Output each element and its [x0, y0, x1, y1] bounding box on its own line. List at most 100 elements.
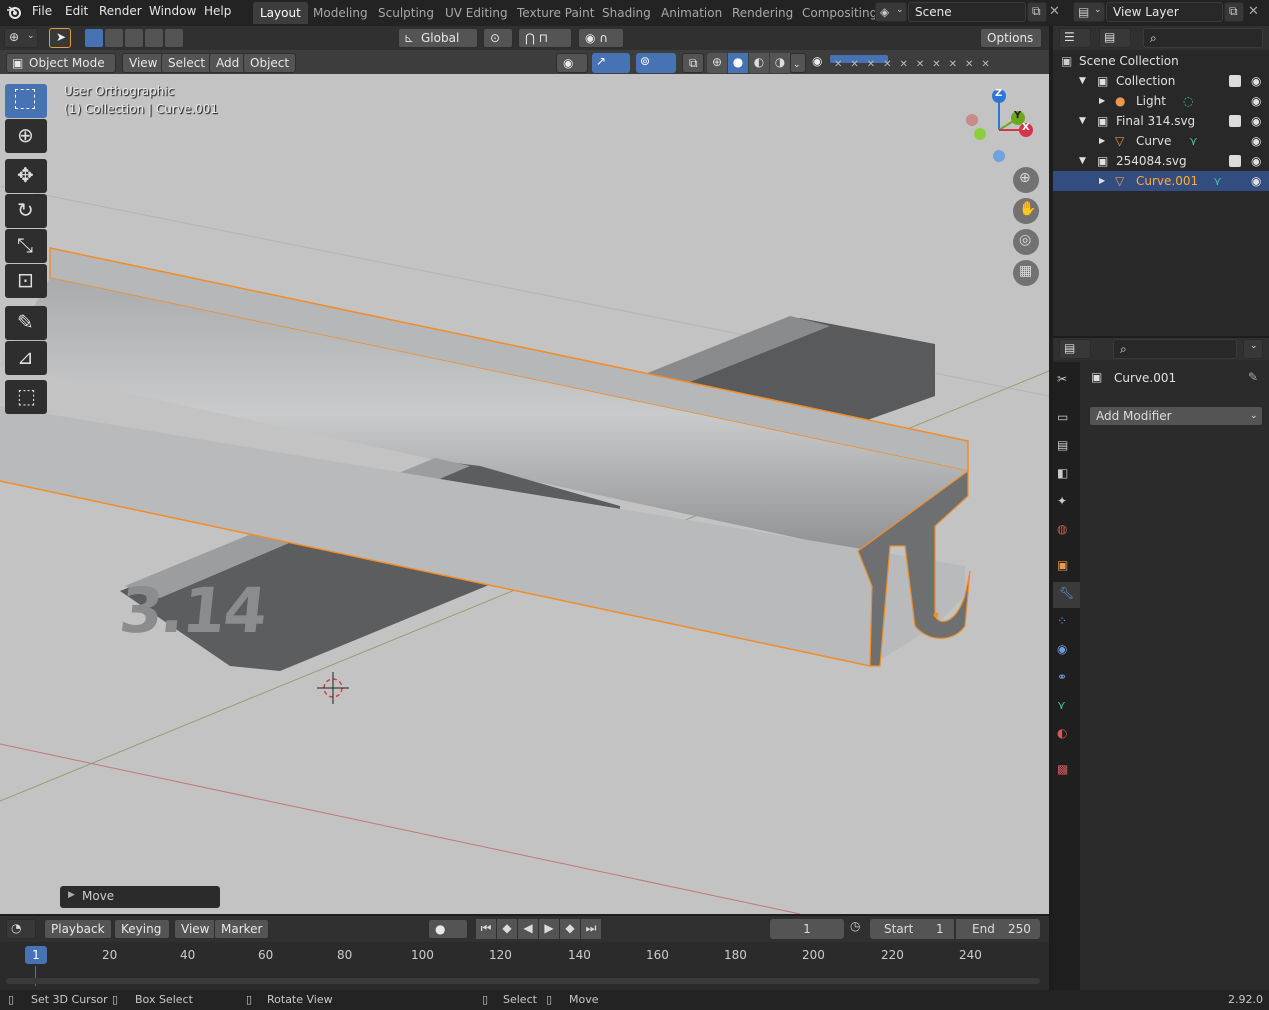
tab-modeling[interactable]: Modeling [306, 2, 375, 24]
select-tool-button[interactable]: ➤ [49, 28, 71, 48]
tool-cursor[interactable]: ⊕ [5, 119, 47, 153]
collection-visibility-strip[interactable]: ◉ ✕✕✕✕✕✕✕✕✕✕ [812, 53, 1036, 73]
3d-viewport[interactable]: 3.14 π ⊕ ⌄ ➤ ⊾ Global ⊙ ⋂ ⊓ ◉ ∩ Options … [0, 26, 1049, 914]
tool-rotate[interactable]: ↻ [5, 194, 47, 228]
auto-keying-toggle[interactable]: ● [428, 919, 468, 939]
stopwatch-icon[interactable]: ◷ [850, 919, 860, 933]
outliner-scene-collection[interactable]: ▣ Scene Collection [1053, 51, 1269, 71]
eye-icon[interactable]: ◉ [1251, 71, 1261, 91]
material-shading-icon[interactable]: ◐ [749, 53, 769, 73]
timeline-scrollbar[interactable] [6, 978, 1040, 984]
play-icon[interactable]: ▶ [539, 919, 559, 939]
tool-annotate[interactable]: ✎ [5, 306, 47, 340]
menu-marker[interactable]: Marker [214, 919, 270, 939]
checkbox-icon[interactable] [1229, 75, 1241, 87]
properties-editor[interactable]: ▤ ⌕ ⌄ ▣ Curve.001 ✎ Add Modifier ⌄ [1053, 338, 1269, 990]
select-extend-icon[interactable] [105, 29, 123, 47]
world-tab-icon[interactable]: ◍ [1057, 522, 1067, 536]
constraints-tab-icon[interactable]: ⚭ [1057, 670, 1067, 684]
xray-toggle[interactable]: ⧉ [682, 53, 704, 73]
last-operation-panel[interactable]: ▶ Move [60, 886, 220, 908]
tool-tab-icon[interactable]: ✂ [1057, 372, 1067, 386]
proportional-edit-dropdown[interactable]: ◉ ∩ [578, 28, 624, 48]
tab-sculpting[interactable]: Sculpting [371, 2, 441, 24]
jump-end-icon[interactable]: ⏭ [581, 919, 601, 939]
tool-select-box[interactable] [5, 84, 47, 118]
select-new-icon[interactable] [85, 29, 103, 47]
checkbox-icon[interactable] [1229, 155, 1241, 167]
end-frame-field[interactable]: End 250 [956, 919, 1040, 939]
mode-dropdown[interactable]: ▣ Object Mode [6, 53, 116, 73]
outliner-row-curve[interactable]: ▶ ▽ Curve ⋎ ◉ [1053, 131, 1269, 151]
tab-shading[interactable]: Shading [595, 2, 658, 24]
menu-edit[interactable]: Edit [59, 0, 94, 24]
menu-add[interactable]: Add [209, 53, 247, 73]
eye-icon[interactable]: ◉ [1251, 111, 1261, 131]
ortho-toggle-button[interactable]: ▦ [1013, 260, 1039, 286]
tool-measure[interactable]: ⊿ [5, 341, 47, 375]
play-reverse-icon[interactable]: ◀ [518, 919, 538, 939]
options-dropdown[interactable]: Options [980, 28, 1042, 48]
tab-texture-paint[interactable]: Texture Paint [510, 2, 601, 24]
next-keyframe-icon[interactable]: ◆ [560, 919, 580, 939]
menu-select[interactable]: Select [161, 53, 213, 73]
eye-icon[interactable]: ◉ [1251, 131, 1261, 151]
properties-search-input[interactable]: ⌕ [1113, 339, 1237, 359]
editor-type-button[interactable]: ⊕ ⌄ [4, 28, 38, 48]
scene-name-field[interactable]: Scene [908, 2, 1026, 22]
particles-tab-icon[interactable]: ⁘ [1057, 614, 1067, 628]
outliner-row-final-314[interactable]: ▼ ▣ Final 314.svg ◉ [1053, 111, 1269, 131]
scene-browse-button[interactable]: ◈ ⌄ [875, 2, 907, 22]
blender-logo-icon[interactable] [6, 4, 22, 20]
properties-editor-type[interactable]: ▤ [1059, 339, 1091, 359]
tool-scale[interactable]: ⤡ [5, 229, 47, 263]
eye-icon[interactable]: ◉ [1251, 91, 1261, 111]
wireframe-shading-icon[interactable]: ⊕ [707, 53, 727, 73]
menu-help[interactable]: Help [198, 0, 237, 24]
solid-shading-icon[interactable]: ● [728, 53, 748, 73]
menu-window[interactable]: Window [143, 0, 202, 24]
tab-animation[interactable]: Animation [654, 2, 729, 24]
viewport-scene[interactable] [0, 26, 1049, 914]
menu-keying[interactable]: Keying [114, 919, 170, 939]
gizmo-toggle[interactable]: ↗ [592, 53, 630, 73]
output-tab-icon[interactable]: ▤ [1057, 438, 1068, 452]
new-view-layer-button[interactable]: ⧉ [1224, 2, 1244, 22]
tool-move[interactable]: ✥ [5, 159, 47, 193]
tab-uv-editing[interactable]: UV Editing [438, 2, 515, 24]
outliner-editor-type[interactable]: ☰ [1059, 28, 1091, 48]
menu-playback[interactable]: Playback [44, 919, 112, 939]
navigation-gizmo[interactable]: Z Y X [962, 88, 1036, 168]
menu-object[interactable]: Object [243, 53, 297, 73]
pivot-dropdown[interactable]: ⊙ [483, 28, 513, 48]
view-layer-browse-button[interactable]: ▤ ⌄ [1073, 2, 1105, 22]
display-mode-dropdown[interactable]: ▤ [1099, 28, 1131, 48]
menu-view[interactable]: View [122, 53, 165, 73]
modifier-tab[interactable]: 🔧︎ [1053, 582, 1080, 608]
camera-view-button[interactable]: ◎ [1013, 229, 1039, 255]
tab-layout[interactable]: Layout [253, 2, 308, 24]
close-icon[interactable]: ✕ [1248, 4, 1259, 19]
eye-icon[interactable]: ◉ [1251, 151, 1261, 171]
snap-dropdown[interactable]: ⋂ ⊓ [518, 28, 572, 48]
start-frame-field[interactable]: Start 1 [870, 919, 954, 939]
overlay-toggle[interactable]: ⊚ [636, 53, 676, 73]
jump-start-icon[interactable]: ⏮ [476, 919, 496, 939]
zoom-view-button[interactable]: ⊕ [1013, 167, 1039, 193]
eye-icon[interactable]: ◉ [1251, 171, 1261, 191]
texture-tab-icon[interactable]: ▩ [1057, 762, 1068, 776]
select-subtract-icon[interactable] [125, 29, 143, 47]
tab-compositing[interactable]: Compositing [795, 2, 884, 24]
prev-keyframe-icon[interactable]: ◆ [497, 919, 517, 939]
outliner[interactable]: ☰ ▤ ⌕ ▣ Scene Collection ▼ ▣ Collection … [1053, 26, 1269, 336]
new-scene-button[interactable]: ⧉ [1027, 2, 1047, 22]
menu-file[interactable]: File [26, 0, 58, 24]
tab-rendering[interactable]: Rendering [725, 2, 800, 24]
data-tab-icon[interactable]: ⋎ [1057, 698, 1066, 712]
material-tab-icon[interactable]: ◐ [1057, 726, 1067, 740]
tool-transform[interactable]: ⊡ [5, 264, 47, 298]
playhead-label[interactable]: 1 [25, 946, 47, 964]
timeline-editor-type[interactable]: ◔ [6, 919, 36, 939]
scene-tab-icon[interactable]: ✦ [1057, 494, 1067, 508]
render-tab-icon[interactable]: ▭ [1057, 410, 1068, 424]
